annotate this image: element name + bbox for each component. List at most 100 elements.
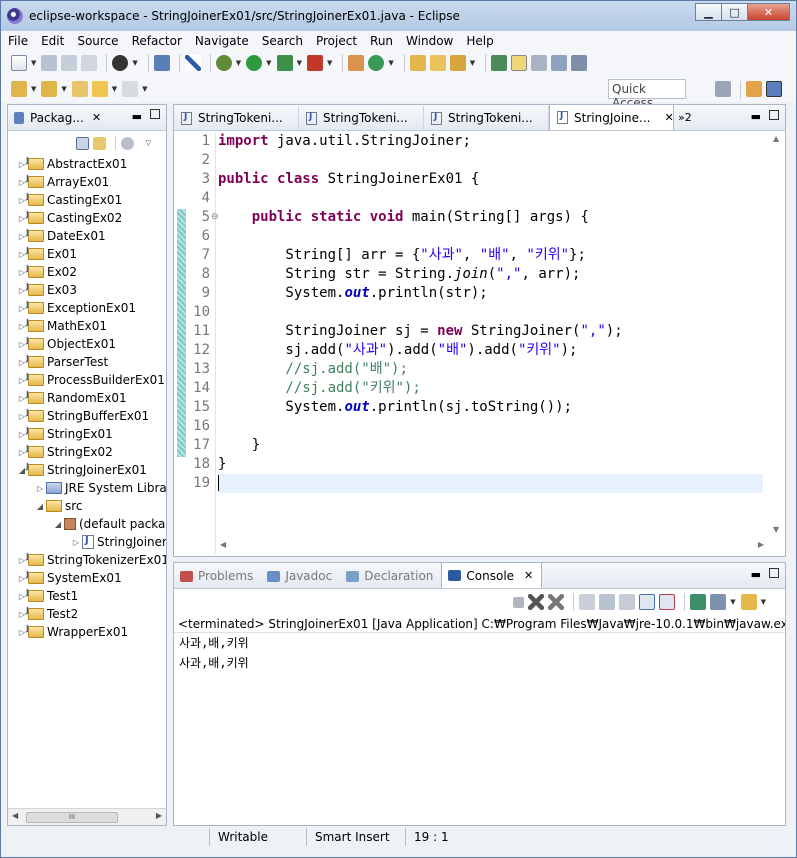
scroll-left-icon[interactable]: ◀ bbox=[12, 811, 18, 820]
menu-refactor[interactable]: Refactor bbox=[125, 34, 188, 48]
menu-edit[interactable]: Edit bbox=[34, 34, 70, 48]
link-with-editor-icon[interactable] bbox=[92, 136, 106, 150]
tree-item[interactable]: ▷ StringJoinerEx01.java bbox=[8, 533, 166, 551]
editor-tab-active[interactable]: StringJoine...✕ bbox=[549, 104, 674, 130]
code-line[interactable]: System.out.println(str); bbox=[218, 284, 487, 303]
tree-item[interactable]: ▷ JRE System Library bbox=[8, 479, 166, 497]
show-whitespace-icon[interactable] bbox=[571, 55, 588, 71]
tree-item[interactable]: ▷DateEx01 bbox=[8, 227, 166, 245]
code-text[interactable]: import java.util.StringJoiner; public cla… bbox=[218, 132, 763, 554]
scroll-lock-icon[interactable] bbox=[599, 594, 616, 610]
last-edit-location-icon[interactable] bbox=[71, 81, 88, 97]
editor-hscrollbar[interactable]: ◀ ▶ bbox=[216, 537, 768, 554]
code-line[interactable]: StringJoiner sj = new StringJoiner(","); bbox=[218, 322, 622, 341]
editor-tab-1[interactable]: StringTokeni... bbox=[174, 106, 299, 130]
tree-item[interactable]: ▷Test2 bbox=[8, 605, 166, 623]
menu-project[interactable]: Project bbox=[309, 34, 363, 48]
run-icon[interactable] bbox=[246, 55, 263, 71]
annotation-icon[interactable] bbox=[491, 55, 508, 71]
code-line[interactable]: public static void main(String[] args) { bbox=[218, 208, 589, 227]
code-line[interactable]: System.out.println(sj.toString()); bbox=[218, 398, 572, 417]
code-line[interactable]: import java.util.StringJoiner; bbox=[218, 132, 471, 151]
close-tab-icon[interactable]: ✕ bbox=[524, 569, 533, 582]
scroll-right-icon[interactable]: ▶ bbox=[156, 811, 162, 820]
code-line[interactable]: } bbox=[218, 455, 226, 474]
save-icon[interactable] bbox=[41, 55, 58, 71]
scroll-thumb[interactable]: III bbox=[26, 812, 118, 823]
open-type-icon[interactable] bbox=[409, 55, 426, 71]
open-folder-icon[interactable] bbox=[429, 55, 446, 71]
display-console-icon[interactable] bbox=[710, 594, 727, 610]
remove-launch-icon[interactable] bbox=[528, 594, 545, 610]
view-menu-icon[interactable]: ▽ bbox=[146, 139, 151, 147]
minimize-view-icon[interactable]: ▬ bbox=[751, 110, 761, 123]
scroll-right-icon[interactable]: ▶ bbox=[758, 540, 764, 549]
expand-arrow-icon[interactable]: ▷ bbox=[70, 538, 82, 547]
word-wrap-icon[interactable] bbox=[619, 594, 636, 610]
tree-item[interactable]: ▷StringTokenizerEx01 bbox=[8, 551, 166, 569]
word-wrap-icon[interactable] bbox=[531, 55, 548, 71]
expand-arrow-icon[interactable]: ▷ bbox=[34, 484, 46, 493]
title-bar[interactable]: eclipse-workspace - StringJoinerEx01/src… bbox=[1, 1, 796, 31]
minimize-view-icon[interactable]: ▬ bbox=[132, 110, 142, 123]
code-line[interactable]: //sj.add("키위"); bbox=[218, 379, 420, 398]
close-icon[interactable]: ✕ bbox=[92, 111, 101, 124]
editor-tab-2[interactable]: StringTokeni... bbox=[299, 106, 424, 130]
remove-all-terminated-icon[interactable] bbox=[548, 594, 565, 610]
code-line[interactable]: } bbox=[218, 436, 260, 455]
close-button[interactable]: ✕ bbox=[747, 3, 790, 21]
tab-console[interactable]: Console ✕ bbox=[441, 562, 543, 588]
menu-run[interactable]: Run bbox=[363, 34, 399, 48]
tree-item[interactable]: ▷Ex02 bbox=[8, 263, 166, 281]
open-console-icon[interactable] bbox=[740, 594, 757, 610]
maximize-view-icon[interactable] bbox=[769, 568, 779, 578]
menu-help[interactable]: Help bbox=[459, 34, 499, 48]
print-icon[interactable] bbox=[81, 55, 98, 71]
tree-item[interactable]: ▷CastingEx02 bbox=[8, 209, 166, 227]
skip-breakpoints-icon[interactable] bbox=[184, 55, 201, 71]
perspective-icon[interactable] bbox=[112, 55, 129, 71]
editor-tab-3[interactable]: StringTokeni... bbox=[424, 106, 549, 130]
java-perspective-icon[interactable] bbox=[766, 81, 782, 97]
tree-item[interactable]: ▷StringEx02 bbox=[8, 443, 166, 461]
code-line[interactable]: public class StringJoinerEx01 { bbox=[218, 170, 479, 189]
tree-item[interactable]: ▷AbstractEx01 bbox=[8, 155, 166, 173]
tree-item[interactable]: ▷ExceptionEx01 bbox=[8, 299, 166, 317]
code-line[interactable]: //sj.add("배"); bbox=[218, 360, 407, 379]
menu-window[interactable]: Window bbox=[399, 34, 459, 48]
next-annotation-icon[interactable] bbox=[11, 81, 27, 97]
back-arrow-icon[interactable] bbox=[91, 81, 108, 97]
new-icon[interactable] bbox=[11, 55, 27, 71]
tree-item[interactable]: ▷RandomEx01 bbox=[8, 389, 166, 407]
code-line[interactable]: String[] arr = {"사과", "배", "키위"}; bbox=[218, 246, 585, 265]
tree-item[interactable]: ◢ (default package) bbox=[8, 515, 166, 533]
explorer-hscrollbar[interactable]: ◀ III ▶ bbox=[8, 808, 166, 825]
scroll-up-icon[interactable]: ▲ bbox=[773, 134, 779, 143]
pin-console-icon[interactable] bbox=[690, 594, 707, 610]
tree-item[interactable]: ▷StringEx01 bbox=[8, 425, 166, 443]
tree-item[interactable]: ▷MathEx01 bbox=[8, 317, 166, 335]
tree-item[interactable]: ▷Ex03 bbox=[8, 281, 166, 299]
minimize-view-icon[interactable]: ▬ bbox=[751, 568, 761, 581]
console-view-icon[interactable] bbox=[153, 55, 170, 71]
close-tab-icon[interactable]: ✕ bbox=[664, 111, 673, 124]
tree-item[interactable]: ▷StringBufferEx01 bbox=[8, 407, 166, 425]
tree-item[interactable]: ▷ParserTest bbox=[8, 353, 166, 371]
tree-item[interactable]: ▷Test1 bbox=[8, 587, 166, 605]
code-line[interactable] bbox=[218, 474, 763, 493]
tree-item[interactable]: ▷ObjectEx01 bbox=[8, 335, 166, 353]
search-icon[interactable] bbox=[449, 55, 466, 71]
minimize-button[interactable]: ▁ bbox=[695, 3, 722, 21]
tree-item[interactable]: ▷Ex01 bbox=[8, 245, 166, 263]
menu-source[interactable]: Source bbox=[70, 34, 124, 48]
save-all-icon[interactable] bbox=[61, 55, 78, 71]
terminate-icon[interactable] bbox=[513, 596, 525, 608]
forward-arrow-icon[interactable] bbox=[122, 81, 139, 97]
maximize-button[interactable]: □ bbox=[721, 3, 748, 21]
new-java-class-icon[interactable] bbox=[368, 55, 385, 71]
tree-item[interactable]: ▷CastingEx01 bbox=[8, 191, 166, 209]
maximize-view-icon[interactable] bbox=[769, 110, 779, 120]
tree-item[interactable]: ▷ArrayEx01 bbox=[8, 173, 166, 191]
scroll-left-icon[interactable]: ◀ bbox=[220, 540, 226, 549]
expand-arrow-icon[interactable]: ◢ bbox=[52, 520, 64, 529]
